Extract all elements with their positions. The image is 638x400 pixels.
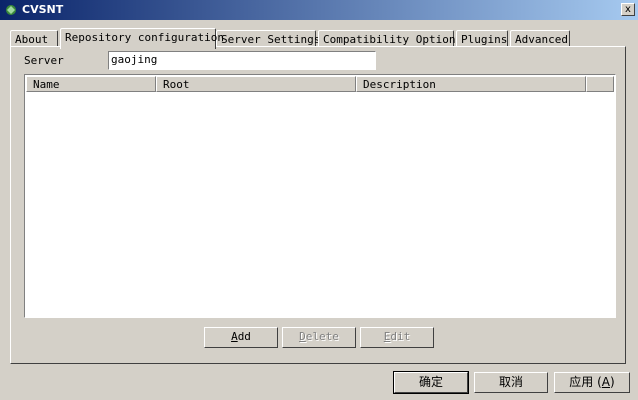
cancel-button[interactable]: 取消 bbox=[474, 372, 548, 393]
column-label: Name bbox=[33, 78, 60, 91]
repository-list[interactable]: Name Root Description bbox=[24, 74, 616, 318]
cvsnt-app-icon bbox=[6, 5, 16, 15]
tab-label: Advanced bbox=[515, 33, 568, 46]
close-button[interactable]: x bbox=[621, 3, 635, 16]
tab-plugins[interactable]: Plugins bbox=[456, 30, 508, 47]
column-label: Root bbox=[163, 78, 190, 91]
column-header-filler bbox=[586, 76, 614, 92]
edit-button[interactable]: Edit bbox=[360, 327, 434, 348]
tab-label: About bbox=[15, 33, 49, 46]
column-header-root[interactable]: Root bbox=[156, 76, 356, 92]
apply-open: ( bbox=[593, 375, 602, 389]
tab-about[interactable]: About bbox=[10, 30, 58, 47]
tab-repository-configuration[interactable]: Repository configuration bbox=[60, 28, 224, 49]
server-input[interactable]: gaojing bbox=[108, 51, 376, 70]
tab-label: Compatibility Options bbox=[323, 33, 463, 46]
tab-label: Repository configuration bbox=[65, 31, 224, 44]
title-bar: CVSNT x bbox=[0, 0, 638, 20]
ok-button[interactable]: 确定 bbox=[393, 371, 469, 394]
add-label: dd bbox=[237, 330, 251, 343]
tab-server-settings[interactable]: Server Settings bbox=[216, 30, 320, 47]
close-icon: x bbox=[625, 4, 631, 15]
edit-label: dit bbox=[390, 330, 411, 343]
server-label: Server bbox=[24, 54, 64, 67]
delete-mnemonic: D bbox=[299, 330, 306, 343]
apply-label: 应用 bbox=[569, 375, 594, 389]
column-header-description[interactable]: Description bbox=[356, 76, 586, 92]
add-mnemonic: A bbox=[231, 330, 238, 343]
tab-label: Server Settings bbox=[221, 33, 321, 46]
column-header-name[interactable]: Name bbox=[26, 76, 156, 92]
delete-label: elete bbox=[305, 330, 339, 343]
tab-advanced[interactable]: Advanced bbox=[510, 30, 570, 47]
apply-close: ) bbox=[610, 375, 615, 389]
ok-label: 确定 bbox=[418, 375, 443, 389]
apply-button[interactable]: 应用 (A) bbox=[554, 372, 630, 393]
delete-button[interactable]: Delete bbox=[282, 327, 356, 348]
server-value: gaojing bbox=[111, 53, 158, 66]
tab-compatibility-options[interactable]: Compatibility Options bbox=[318, 30, 462, 47]
apply-mnemonic: A bbox=[601, 375, 611, 389]
add-button[interactable]: Add bbox=[204, 327, 278, 348]
tab-label: Plugins bbox=[461, 33, 508, 46]
cancel-label: 取消 bbox=[498, 375, 523, 389]
column-label: Description bbox=[363, 78, 436, 91]
window-title: CVSNT bbox=[22, 3, 64, 16]
